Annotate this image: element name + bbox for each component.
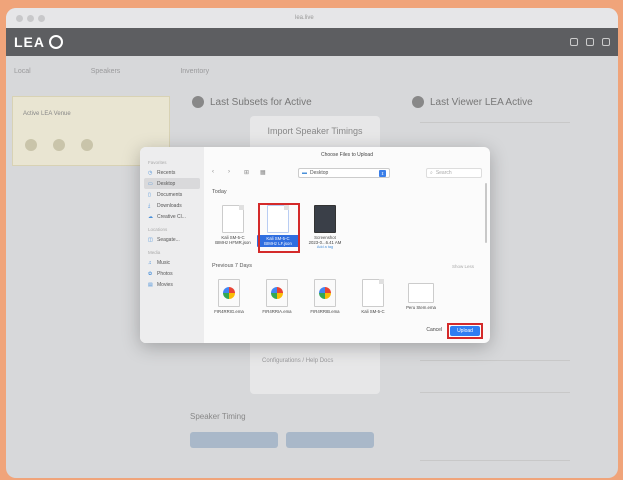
- group-label-previous: Previous 7 Days: [212, 263, 253, 269]
- minimize-window-button[interactable]: [27, 14, 34, 22]
- section-title-left: Last Subsets for Active: [192, 96, 312, 108]
- window-controls: [16, 14, 45, 22]
- sidebar-item-downloads[interactable]: ⤓ Downloads: [144, 200, 200, 211]
- back-icon[interactable]: ‹: [212, 169, 222, 177]
- browser-toolbar: lea.live: [6, 8, 618, 28]
- location-label: Desktop: [310, 170, 329, 176]
- search-input[interactable]: ⌕ Search: [426, 168, 482, 178]
- document-file-icon: [362, 279, 384, 307]
- user-icon[interactable]: [602, 38, 610, 46]
- speaker-timing-title: Speaker Timing: [190, 412, 246, 421]
- cloud-icon: ☁: [148, 213, 153, 220]
- sidebar-item-desktop[interactable]: ▭ Desktop: [144, 178, 200, 189]
- sidebar-item-music[interactable]: ♫ Music: [144, 257, 200, 268]
- close-window-button[interactable]: [16, 14, 23, 22]
- vertical-scrollbar[interactable]: [485, 183, 487, 243]
- image-file-icon: [218, 279, 240, 307]
- upload-highlight: [447, 323, 483, 339]
- file-upload-dialog: Favorites ◷ Recents ▭ Desktop ▯ Documents ⤓…: [140, 147, 490, 343]
- sidebar-item-recents[interactable]: ◷ Recents: [144, 167, 200, 178]
- file-item[interactable]: Kali SM-5-C: [352, 279, 394, 314]
- divider: [420, 122, 570, 123]
- dialog-title: Choose Files to Upload: [321, 152, 373, 158]
- file-item[interactable]: Screenshot 2023-0...6.41 AM Add a tag: [304, 205, 346, 249]
- sidebar-item-documents[interactable]: ▯ Documents: [144, 189, 200, 200]
- search-placeholder: Search: [435, 170, 452, 176]
- file-item[interactable]: FIR4RRIB.ema: [304, 279, 346, 314]
- music-icon: ♫: [148, 259, 152, 266]
- status-icon: [81, 139, 93, 151]
- sidebar-item-seagate[interactable]: ◫ Seagate...: [144, 234, 200, 245]
- file-item[interactable]: Kali SM-5-C BIMHz HFMR.json: [212, 205, 254, 245]
- nav-item[interactable]: Local: [14, 68, 31, 75]
- sidebar-item-movies[interactable]: ▤ Movies: [144, 279, 200, 290]
- show-less-link[interactable]: Show Less: [452, 264, 474, 269]
- divider: [420, 360, 570, 361]
- nav-item[interactable]: Inventory: [180, 68, 209, 75]
- file-item[interactable]: FIR4RRIG.ema: [208, 279, 250, 314]
- folder-icon: ▬: [302, 170, 307, 176]
- film-icon: ▤: [148, 281, 153, 288]
- status-icon: [25, 139, 37, 151]
- image-file-icon: [266, 279, 288, 307]
- checkbox-label[interactable]: Configurations / Help Docs: [262, 358, 333, 364]
- gear-icon[interactable]: [586, 38, 594, 46]
- forward-icon[interactable]: ›: [228, 169, 238, 177]
- app-header: LEA: [6, 28, 618, 56]
- chevron-updown-icon: ⇕: [379, 169, 386, 177]
- address-bar[interactable]: lea.live: [295, 15, 314, 21]
- download-icon: ⤓: [148, 202, 151, 209]
- view-options-icon[interactable]: ▦: [260, 169, 270, 177]
- image-file-icon: [314, 279, 336, 307]
- section-title-right: Last Viewer LEA Active: [412, 96, 533, 108]
- status-icon: [53, 139, 65, 151]
- sidebar-group-label: Favorites: [148, 160, 167, 165]
- grid-icon[interactable]: [570, 38, 578, 46]
- section-step-icon: [192, 96, 204, 108]
- location-select[interactable]: ▬ Desktop ⇕: [298, 168, 390, 178]
- section-step-icon: [412, 96, 424, 108]
- desktop-icon: ▭: [148, 180, 153, 187]
- background-nav: Local Speakers Inventory: [14, 68, 209, 75]
- sidebar-group-label: Locations: [148, 227, 168, 232]
- divider: [420, 460, 570, 461]
- background-button[interactable]: [286, 432, 374, 448]
- view-grid-icon[interactable]: ⊞: [244, 169, 254, 177]
- disk-icon: ◫: [148, 236, 153, 243]
- clock-icon: ◷: [148, 169, 153, 176]
- sidebar-item-photos[interactable]: ✿ Photos: [144, 268, 200, 279]
- background-button[interactable]: [190, 432, 278, 448]
- search-icon: ⌕: [430, 170, 433, 176]
- file-item[interactable]: FIR4RRIA.ema: [256, 279, 298, 314]
- dialog-sidebar: Favorites ◷ Recents ▭ Desktop ▯ Documents ⤓…: [140, 147, 204, 343]
- divider: [420, 392, 570, 393]
- screenshot-thumbnail-icon: [314, 205, 336, 233]
- zoom-window-button[interactable]: [38, 14, 45, 22]
- json-file-icon: [222, 205, 244, 233]
- document-icon: ▯: [148, 191, 151, 198]
- sidebar-group-label: Media: [148, 250, 161, 255]
- import-panel-title: Import Speaker Timings: [267, 126, 363, 136]
- pdf-file-icon: [408, 283, 434, 303]
- app-logo[interactable]: LEA: [14, 34, 63, 50]
- file-item[interactable]: Peru Stem.ema: [400, 279, 442, 310]
- logo-mark-icon: [49, 35, 63, 49]
- venue-card-title: Active LEA Venue: [23, 111, 71, 117]
- cancel-button[interactable]: Cancel: [422, 325, 446, 335]
- selection-highlight: [258, 203, 300, 253]
- dialog-toolbar: ‹ › ⊞ ▦ ▬ Desktop ⇕ ⌕ Search: [212, 166, 482, 180]
- file-tag: Add a tag: [316, 245, 334, 249]
- sidebar-item-creative-cloud[interactable]: ☁ Creative Cl...: [144, 211, 200, 222]
- dialog-main: Choose Files to Upload ‹ › ⊞ ▦ ▬ Desktop…: [204, 147, 490, 343]
- photo-icon: ✿: [148, 270, 153, 277]
- group-label-today: Today: [212, 189, 227, 195]
- nav-item[interactable]: Speakers: [91, 68, 121, 75]
